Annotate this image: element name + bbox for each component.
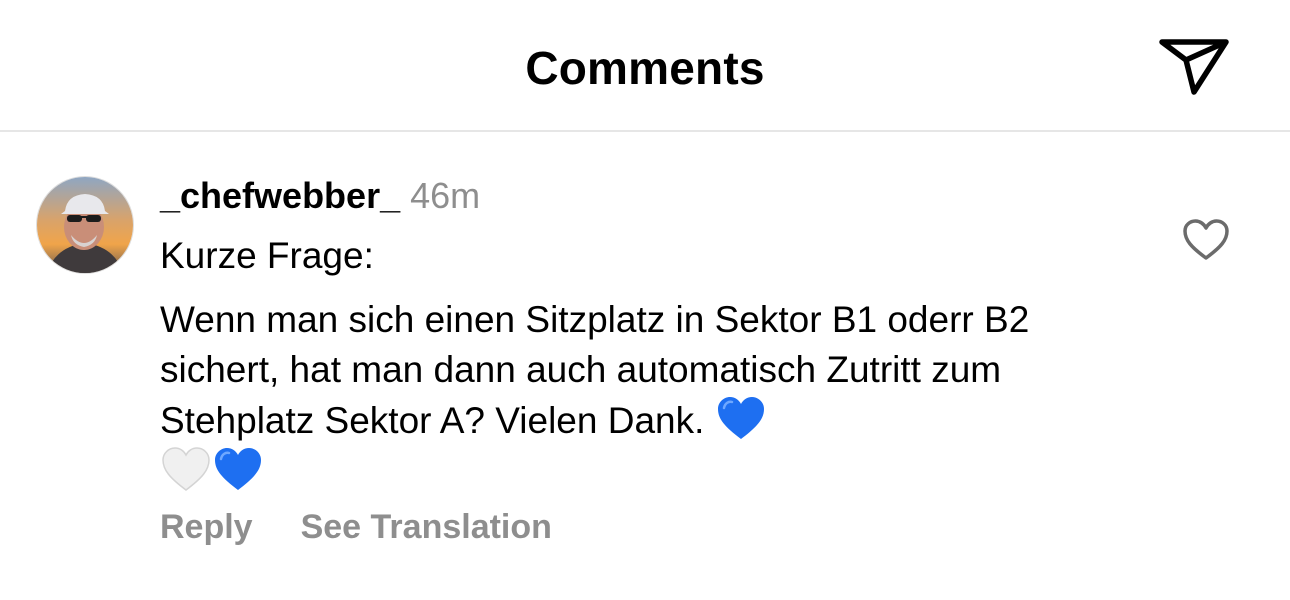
avatar[interactable] bbox=[37, 177, 133, 273]
paper-plane-icon bbox=[1159, 39, 1229, 95]
comment-item: _chefwebber_ 46m Kurze Frage: Wenn man si… bbox=[0, 134, 1290, 600]
share-button[interactable] bbox=[1156, 32, 1232, 98]
page-title: Comments bbox=[525, 42, 765, 94]
like-button[interactable] bbox=[1182, 218, 1230, 262]
username[interactable]: _chefwebber_ bbox=[160, 175, 400, 216]
comment-text-line: Kurze Frage: bbox=[160, 235, 374, 276]
avatar-image bbox=[37, 177, 133, 273]
white-heart-icon bbox=[160, 446, 212, 494]
see-translation-button[interactable]: See Translation bbox=[301, 508, 552, 546]
timestamp: 46m bbox=[410, 175, 481, 216]
heart-outline-icon bbox=[1183, 219, 1229, 260]
comment-actions: Reply See Translation bbox=[160, 506, 552, 548]
blue-heart-icon bbox=[715, 395, 767, 443]
comments-header: Comments bbox=[0, 0, 1290, 132]
reply-button[interactable]: Reply bbox=[160, 508, 253, 546]
comment-text: Kurze Frage: Wenn man sich einen Sitzpla… bbox=[160, 231, 1140, 497]
comment-text-paragraph: Wenn man sich einen Sitzplatz in Sektor … bbox=[160, 295, 1140, 497]
comment-meta: _chefwebber_ 46m bbox=[160, 174, 480, 218]
comment-text-line: Wenn man sich einen Sitzplatz in Sektor … bbox=[160, 299, 1030, 441]
blue-heart-icon bbox=[212, 446, 264, 494]
